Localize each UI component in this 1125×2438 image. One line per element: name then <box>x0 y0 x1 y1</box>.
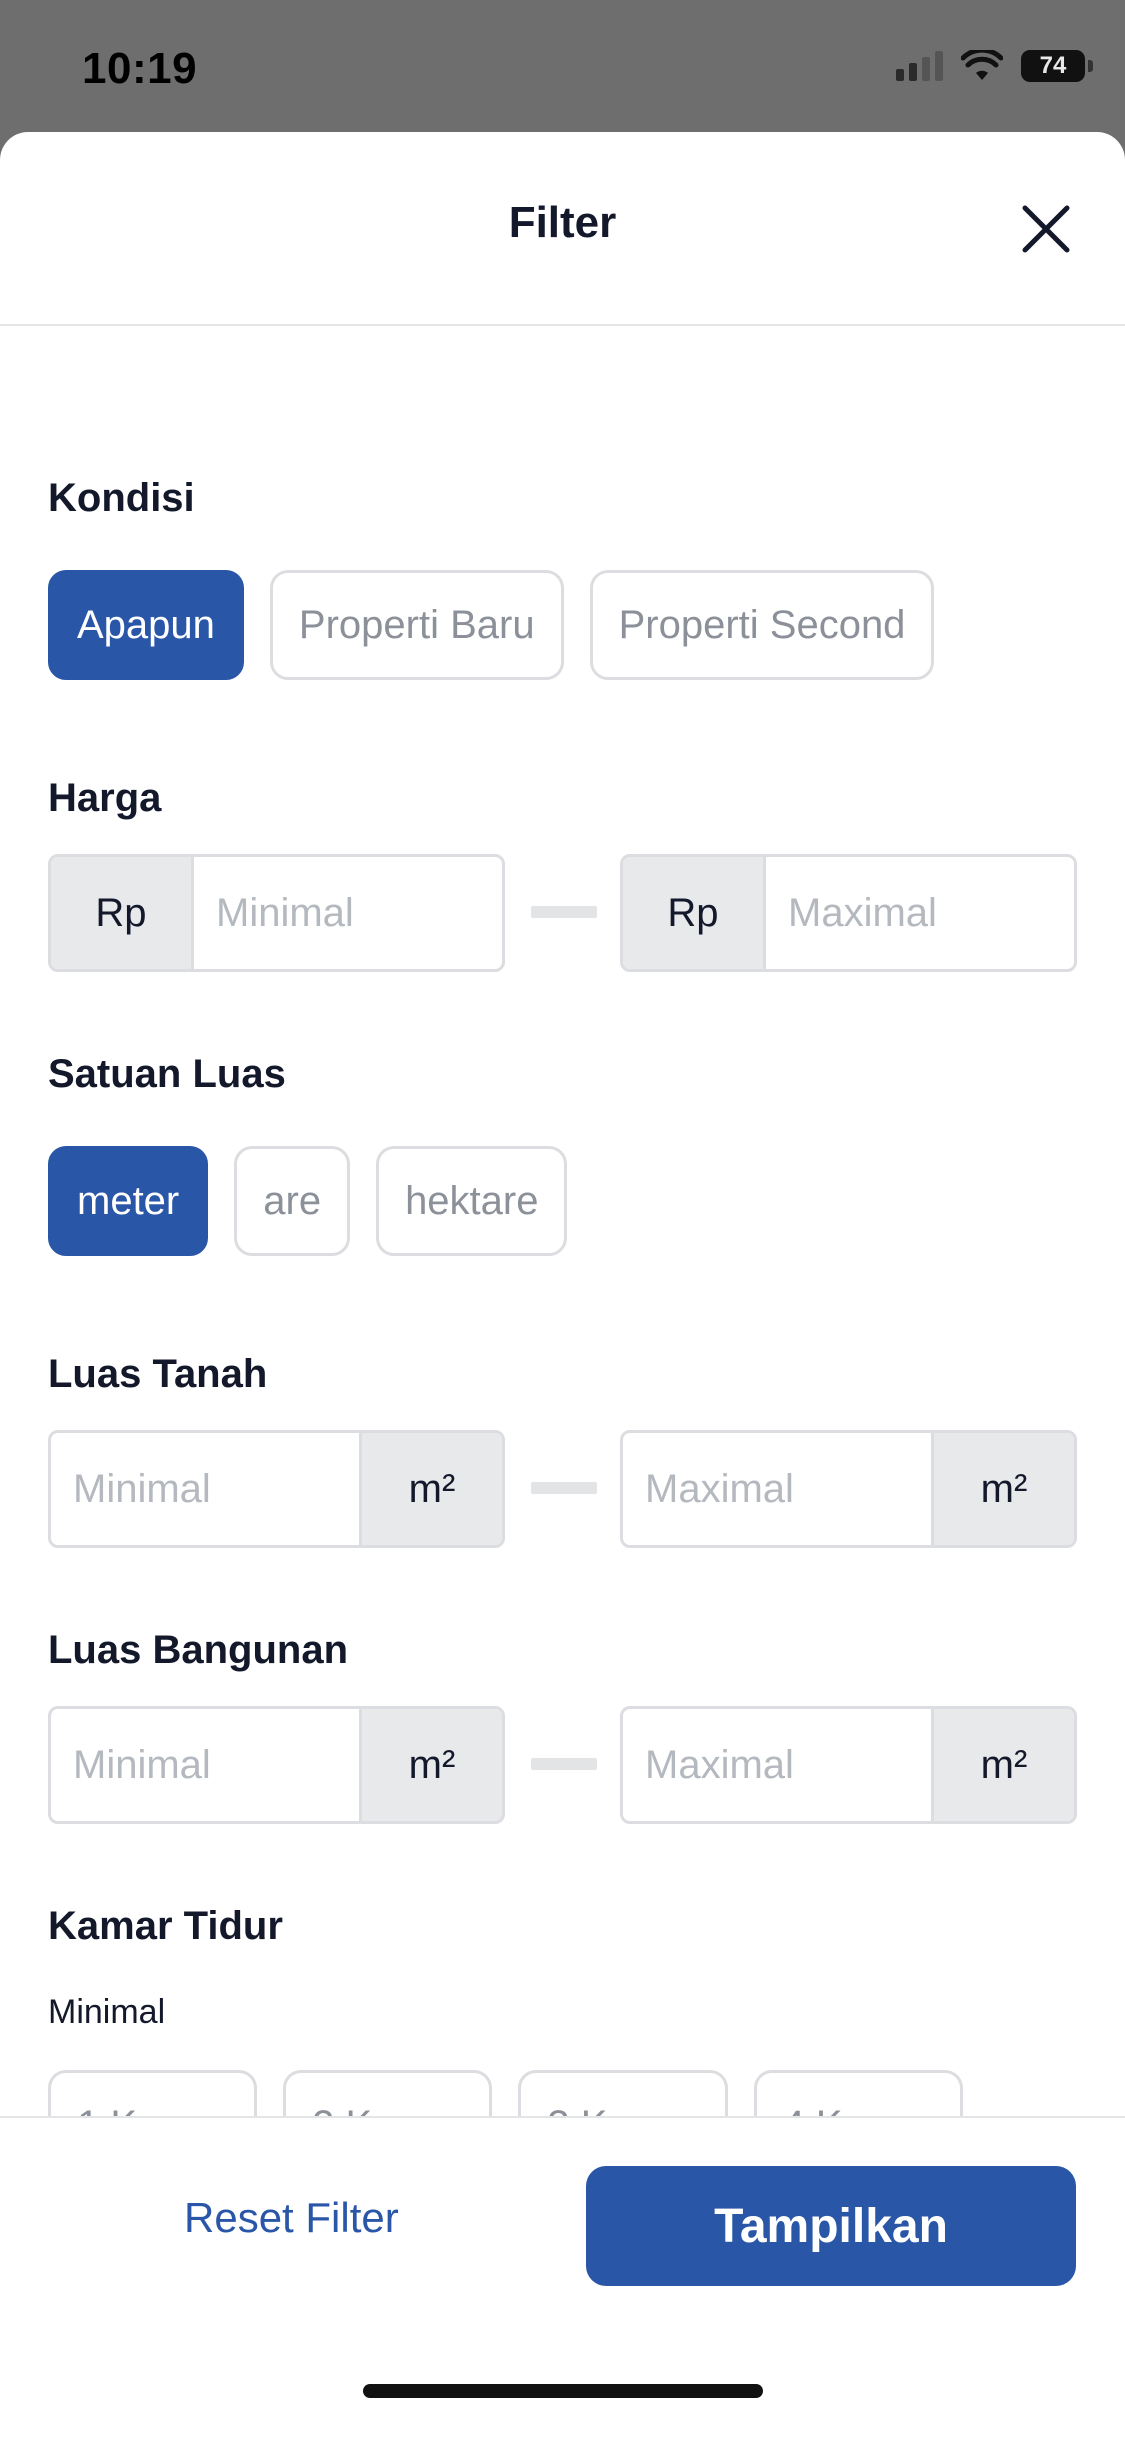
unit-suffix: m² <box>359 1709 502 1821</box>
harga-min-input[interactable] <box>194 857 502 969</box>
luas-bangunan-max-field: m² <box>620 1706 1077 1824</box>
luas-bangunan-max-input[interactable] <box>623 1709 931 1821</box>
section-title-kondisi: Kondisi <box>48 476 195 520</box>
status-bar: 10:19 74 <box>0 0 1125 132</box>
reset-filter-button[interactable]: Reset Filter <box>184 2194 399 2242</box>
section-title-luas-bangunan: Luas Bangunan <box>48 1628 349 1672</box>
kamar-tidur-sublabel: Minimal <box>48 1993 166 2031</box>
luas-bangunan-min-input[interactable] <box>51 1709 359 1821</box>
apply-filter-button[interactable]: Tampilkan <box>586 2166 1076 2286</box>
status-time: 10:19 <box>82 44 198 93</box>
kondisi-option-chip[interactable]: Properti Second <box>589 570 935 680</box>
close-icon[interactable] <box>1019 202 1073 256</box>
kondisi-options: Apapun Properti Baru Properti Second <box>48 570 935 680</box>
harga-max-input[interactable] <box>766 857 1074 969</box>
harga-min-field: Rp <box>48 854 505 972</box>
sheet-header: Filter <box>0 132 1125 326</box>
wifi-icon <box>961 50 1003 80</box>
luas-bangunan-range: m² m² <box>48 1706 1077 1824</box>
cellular-signal-icon <box>896 51 943 81</box>
satuan-luas-option-chip[interactable]: hektare <box>376 1146 568 1256</box>
unit-suffix: m² <box>931 1433 1074 1545</box>
harga-range: Rp Rp <box>48 854 1077 972</box>
luas-tanah-max-input[interactable] <box>623 1433 931 1545</box>
kondisi-option-chip[interactable]: Properti Baru <box>269 570 564 680</box>
currency-prefix: Rp <box>623 857 766 969</box>
range-separator <box>531 1758 597 1770</box>
satuan-luas-option-chip[interactable]: are <box>234 1146 351 1256</box>
section-title-harga: Harga <box>48 776 162 820</box>
currency-prefix: Rp <box>51 857 194 969</box>
section-title-kamar-tidur: Kamar Tidur <box>48 1904 283 1948</box>
section-title-luas-tanah: Luas Tanah <box>48 1352 268 1396</box>
battery-icon: 74 <box>1021 50 1093 82</box>
range-separator <box>531 1482 597 1494</box>
kondisi-option-chip[interactable]: Apapun <box>48 570 244 680</box>
unit-suffix: m² <box>359 1433 502 1545</box>
filter-sheet: Filter Kondisi Apapun Properti Baru Proper… <box>0 132 1125 2438</box>
harga-max-field: Rp <box>620 854 1077 972</box>
unit-suffix: m² <box>931 1709 1074 1821</box>
luas-tanah-range: m² m² <box>48 1430 1077 1548</box>
section-title-satuan-luas: Satuan Luas <box>48 1052 286 1096</box>
page-title: Filter <box>508 198 617 247</box>
sheet-footer: Reset Filter Tampilkan <box>0 2116 1125 2438</box>
luas-bangunan-min-field: m² <box>48 1706 505 1824</box>
home-indicator <box>363 2384 763 2398</box>
luas-tanah-max-field: m² <box>620 1430 1077 1548</box>
range-separator <box>531 906 597 918</box>
luas-tanah-min-input[interactable] <box>51 1433 359 1545</box>
satuan-luas-options: meter are hektare <box>48 1146 568 1256</box>
satuan-luas-option-chip[interactable]: meter <box>48 1146 209 1256</box>
luas-tanah-min-field: m² <box>48 1430 505 1548</box>
status-icons: 74 <box>896 50 1093 82</box>
